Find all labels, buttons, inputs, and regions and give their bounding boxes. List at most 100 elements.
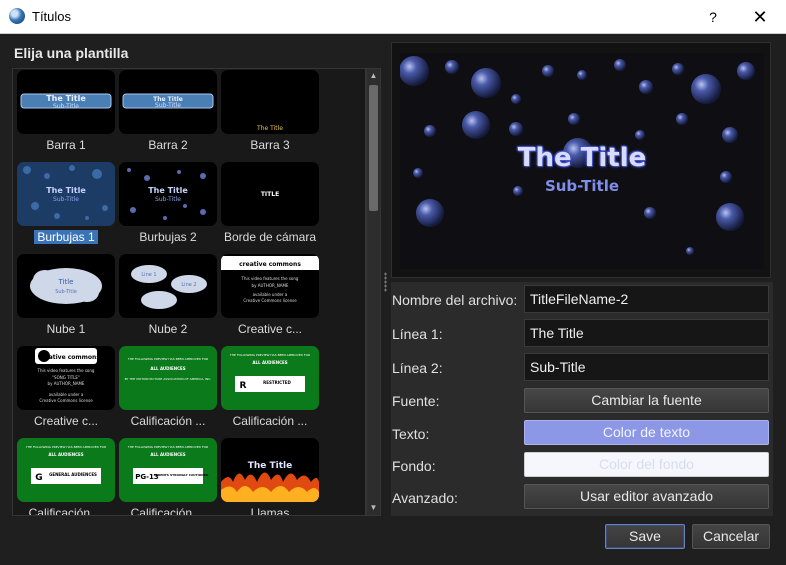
template-tile[interactable]: THE FOLLOWING PREVIEW HAS BEEN APPROVED …: [17, 438, 115, 515]
template-tile[interactable]: The Title Sub-Title Barra 1: [17, 70, 115, 160]
svg-text:Creative Commons license: Creative Commons license: [39, 398, 93, 403]
template-tile[interactable]: THE FOLLOWING PREVIEW HAS BEEN APPROVED …: [221, 346, 319, 436]
background-color-label: Fondo:: [392, 458, 436, 474]
template-tile[interactable]: creative commons This video features the…: [221, 254, 319, 344]
template-thumbnail: The Title Sub-Title: [119, 162, 217, 226]
preview-canvas: The Title Sub-Title: [400, 53, 764, 269]
close-button[interactable]: ✕: [740, 4, 780, 30]
font-label: Fuente:: [392, 393, 440, 409]
change-font-button[interactable]: Cambiar la fuente: [524, 388, 769, 413]
thumb-sub-text: Sub-Title: [155, 196, 181, 203]
template-thumbnail: THE FOLLOWING PREVIEW HAS BEEN APPROVED …: [119, 438, 217, 502]
scroll-down-arrow-icon[interactable]: ▼: [367, 501, 380, 515]
svg-text:THE FOLLOWING PREVIEW HAS BEEN: THE FOLLOWING PREVIEW HAS BEEN APPROVED …: [25, 445, 106, 449]
svg-text:G: G: [35, 473, 42, 483]
svg-text:THE FOLLOWING PREVIEW HAS BEEN: THE FOLLOWING PREVIEW HAS BEEN APPROVED …: [229, 353, 310, 357]
svg-text:RESTRICTED: RESTRICTED: [263, 380, 291, 385]
svg-text:Creative Commons license: Creative Commons license: [243, 298, 297, 303]
thumb-sub-text: Sub-Title: [55, 289, 77, 295]
template-label: Llamas: [250, 506, 290, 516]
template-label: Borde de cámara: [223, 230, 317, 244]
help-button[interactable]: ?: [696, 4, 730, 30]
template-tile[interactable]: The Title Barra 3: [221, 70, 319, 160]
svg-text:ALL AUDIENCES: ALL AUDIENCES: [150, 452, 185, 457]
preview-subtitle: Sub-Title: [544, 177, 620, 195]
template-thumbnail: The Title: [221, 438, 319, 502]
preview-title: The Title: [517, 143, 647, 173]
thumb-title-text: The Title: [248, 461, 293, 471]
template-thumbnail: creative commons This video features the…: [17, 346, 115, 410]
window-title: Títulos: [32, 9, 72, 24]
template-thumbnail: THE FOLLOWING PREVIEW HAS BEEN APPROVED …: [119, 346, 217, 410]
template-tile[interactable]: creative commons This video features the…: [17, 346, 115, 436]
svg-text:ALL AUDIENCES: ALL AUDIENCES: [150, 366, 185, 371]
svg-text:"SONG TITLE": "SONG TITLE": [52, 375, 80, 380]
template-tile[interactable]: Title Sub-Title Nube 1: [17, 254, 115, 344]
template-tile[interactable]: The Title Sub-Title Burbujas 1: [17, 162, 115, 252]
svg-text:PARENTS STRONGLY CAUTIONED: PARENTS STRONGLY CAUTIONED: [154, 473, 209, 477]
template-heading: Elija una plantilla: [14, 45, 129, 61]
template-thumbnail: Title Sub-Title: [17, 254, 115, 318]
cancel-button[interactable]: Cancelar: [692, 524, 770, 549]
template-label: Barra 1: [46, 138, 86, 152]
svg-text:This video features the song: This video features the song: [37, 368, 95, 373]
panel-splitter-handle[interactable]: [384, 272, 387, 292]
svg-text:ALL AUDIENCES: ALL AUDIENCES: [48, 452, 83, 457]
svg-text:by AUTHOR_NAME: by AUTHOR_NAME: [48, 381, 85, 386]
cc-logo-text: creative commons: [38, 354, 100, 361]
scroll-thumb[interactable]: [369, 85, 378, 211]
template-grid: The Title Sub-Title Barra 1 The Title Su…: [12, 68, 366, 516]
thumb-title-text: The Title: [256, 125, 283, 132]
template-label: Calificación ...: [130, 506, 206, 516]
line2-input[interactable]: Sub-Title: [524, 353, 769, 381]
template-tile[interactable]: THE FOLLOWING PREVIEW HAS BEEN APPROVED …: [119, 346, 217, 436]
line1-label: Línea 1:: [392, 326, 443, 342]
scroll-up-arrow-icon[interactable]: ▲: [367, 69, 380, 83]
template-tile[interactable]: The Title Sub-Title Barra 2: [119, 70, 217, 160]
template-tile[interactable]: TITLE Borde de cámara: [221, 162, 319, 252]
template-tile[interactable]: The Title Llamas: [221, 438, 319, 515]
thumb-line-text: Line 1: [141, 272, 156, 278]
app-icon: [9, 8, 25, 24]
template-label: Barra 2: [148, 138, 188, 152]
svg-text:This video features the song: This video features the song: [241, 276, 299, 281]
svg-text:available under a: available under a: [253, 292, 288, 297]
template-label: Nube 2: [148, 322, 188, 336]
thumb-title-text: The Title: [148, 186, 188, 195]
thumb-title-text: The Title: [46, 94, 86, 103]
background-color-button[interactable]: Color del fondo: [524, 452, 769, 477]
template-thumbnail: TITLE: [221, 162, 319, 226]
thumb-sub-text: Sub-Title: [155, 102, 181, 109]
template-label: Burbujas 1: [13, 230, 119, 244]
thumb-line-text: Line 2: [181, 282, 196, 288]
filename-label: Nombre del archivo:: [392, 292, 518, 308]
template-tile[interactable]: Line 1 Line 2 Nube 2: [119, 254, 217, 344]
template-thumbnail: The Title: [221, 70, 319, 134]
template-tile[interactable]: THE FOLLOWING PREVIEW HAS BEEN APPROVED …: [119, 438, 217, 515]
text-color-label: Texto:: [392, 426, 430, 442]
svg-text:GENERAL AUDIENCES: GENERAL AUDIENCES: [49, 472, 97, 477]
title-preview: The Title Sub-Title: [391, 42, 771, 278]
template-label: Calificación ...: [28, 506, 104, 516]
template-thumbnail: THE FOLLOWING PREVIEW HAS BEEN APPROVED …: [17, 438, 115, 502]
svg-text:THE FOLLOWING PREVIEW HAS BEEN: THE FOLLOWING PREVIEW HAS BEEN APPROVED …: [127, 357, 208, 361]
template-thumbnail: Line 1 Line 2: [119, 254, 217, 318]
filename-input[interactable]: TitleFileName-2: [524, 285, 769, 313]
template-thumbnail: The Title Sub-Title: [119, 70, 217, 134]
text-color-button[interactable]: Color de texto: [524, 420, 769, 445]
template-thumbnail: creative commons This video features the…: [221, 254, 319, 318]
line1-input[interactable]: The Title: [524, 319, 769, 347]
title-settings-form: Nombre del archivo: TitleFileName-2 Líne…: [391, 282, 773, 516]
advanced-editor-button[interactable]: Usar editor avanzado: [524, 484, 769, 509]
template-label: Creative c...: [237, 322, 303, 336]
line2-label: Línea 2:: [392, 360, 443, 376]
svg-text:ALL AUDIENCES: ALL AUDIENCES: [252, 360, 287, 365]
save-button[interactable]: Save: [605, 524, 685, 549]
thumb-title-text: TITLE: [261, 191, 279, 198]
template-scrollbar[interactable]: ▲ ▼: [366, 68, 381, 516]
thumb-title-text: The Title: [46, 186, 86, 195]
cc-logo-text: creative commons: [239, 261, 301, 268]
thumb-sub-text: Sub-Title: [53, 196, 79, 203]
template-tile[interactable]: The Title Sub-Title Burbujas 2: [119, 162, 217, 252]
svg-text:BY THE MOTION PICTURE ASSOCIAT: BY THE MOTION PICTURE ASSOCIATION OF AME…: [125, 377, 212, 381]
